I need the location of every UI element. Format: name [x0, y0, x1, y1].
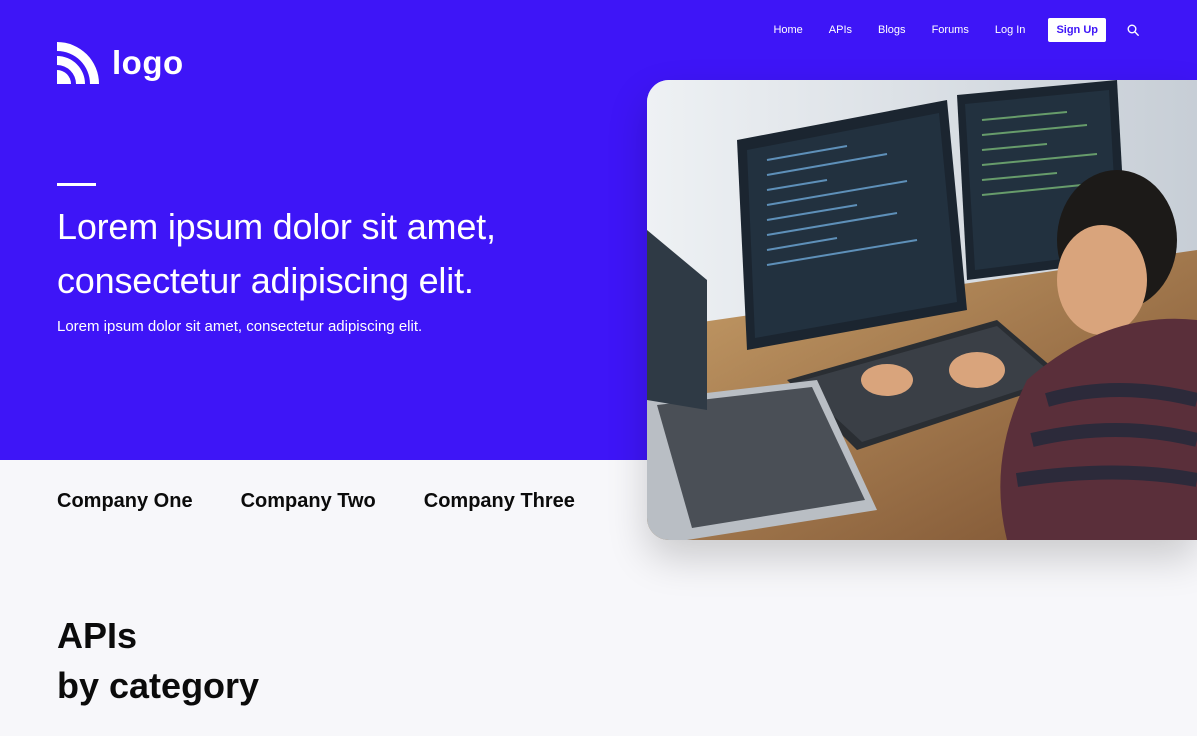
search-icon	[1127, 24, 1139, 36]
company-three: Company Three	[423, 489, 575, 512]
accent-bar	[57, 183, 96, 186]
hero-title-line-2: consectetur adipiscing elit.	[57, 260, 474, 301]
search-button[interactable]	[1126, 23, 1140, 37]
rss-logo-icon	[57, 42, 99, 84]
section-title-line-2: by category	[57, 665, 260, 706]
nav-login[interactable]: Log In	[995, 18, 1026, 42]
logo-text: logo	[112, 43, 184, 81]
section-title: APIs by category	[57, 611, 259, 711]
nav-forums[interactable]: Forums	[932, 18, 969, 42]
section-title-line-1: APIs	[57, 615, 138, 656]
developer-workspace-illustration	[647, 80, 1197, 540]
hero-title-line-1: Lorem ipsum dolor sit amet,	[57, 206, 496, 247]
logo[interactable]: logo	[57, 42, 184, 84]
hero-subtitle: Lorem ipsum dolor sit amet, consectetur …	[57, 318, 423, 335]
company-two: Company Two	[240, 489, 376, 512]
nav-blogs[interactable]: Blogs	[878, 18, 906, 42]
company-one: Company One	[57, 489, 193, 512]
nav-home[interactable]: Home	[773, 18, 802, 42]
hero-title: Lorem ipsum dolor sit amet, consectetur …	[57, 200, 617, 308]
signup-button[interactable]: Sign Up	[1048, 18, 1106, 42]
hero-image	[647, 80, 1197, 540]
top-nav: Home APIs Blogs Forums Log In Sign Up	[773, 18, 1140, 42]
company-logos: Company One Company Two Company Three	[57, 488, 575, 514]
nav-apis[interactable]: APIs	[829, 18, 852, 42]
